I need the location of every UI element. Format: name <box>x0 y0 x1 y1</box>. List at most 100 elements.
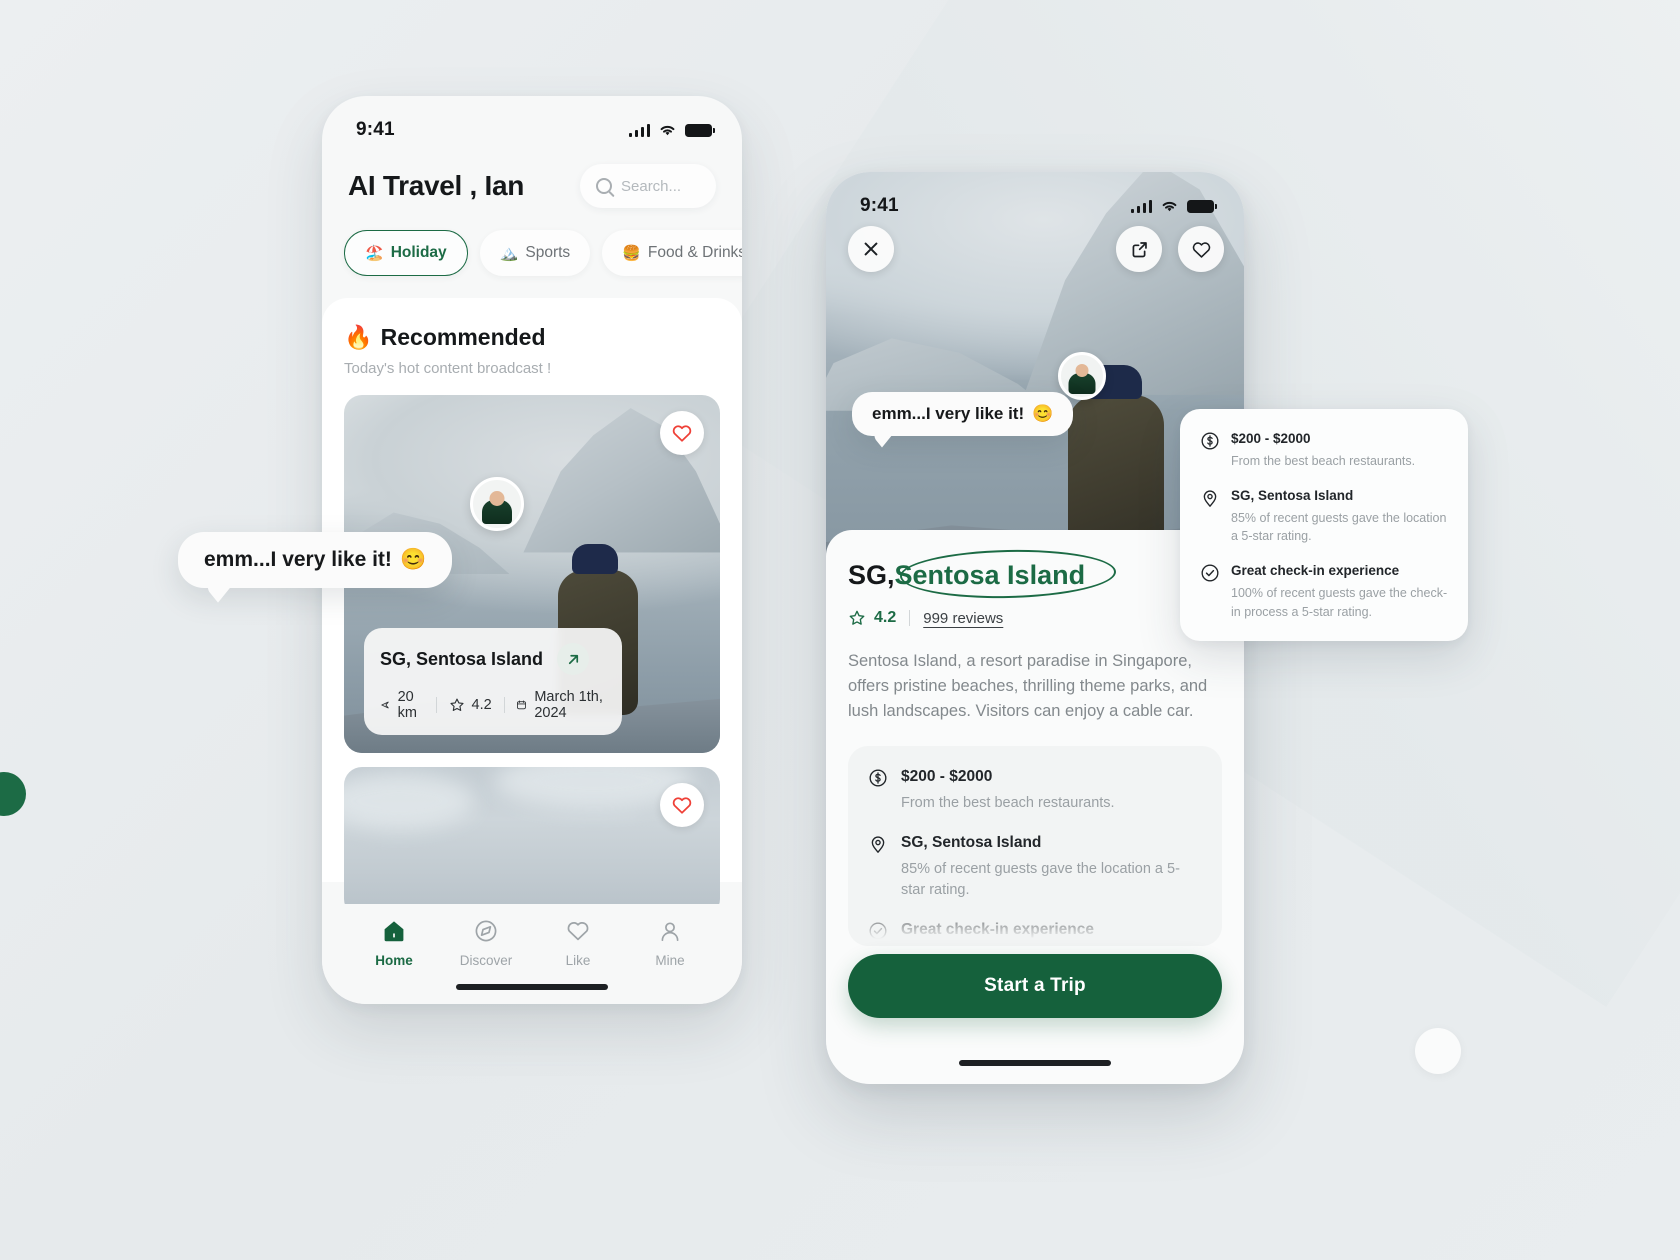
meta-divider <box>503 697 505 713</box>
search-input[interactable]: Search... <box>580 164 716 208</box>
favorite-button[interactable] <box>1178 226 1224 272</box>
tab-label: Like <box>565 953 591 968</box>
chip-holiday[interactable]: 🏖️ Holiday <box>344 230 468 276</box>
info-body: Great check-in experience 100% of recent… <box>1231 563 1448 620</box>
chip-food-drinks[interactable]: 🍔 Food & Drinks <box>602 230 742 276</box>
rating-row: 4.2 999 reviews <box>848 609 1222 627</box>
section-subtitle: Today's hot content broadcast ! <box>344 360 552 377</box>
info-desc: From the best beach restaurants. <box>1231 454 1416 468</box>
info-title: SG, Sentosa Island <box>901 834 1042 852</box>
share-icon <box>1132 241 1147 257</box>
like-button[interactable] <box>660 411 704 455</box>
avatar <box>1058 352 1106 400</box>
status-icons <box>628 123 715 137</box>
compass-icon <box>475 920 497 942</box>
info-title: Great check-in experience <box>901 921 1094 939</box>
search-icon <box>596 178 612 194</box>
home-indicator <box>456 984 608 990</box>
home-indicator <box>959 1060 1111 1066</box>
chip-sports[interactable]: 🏔️ Sports <box>479 230 591 276</box>
date-value: March 1th, 2024 <box>534 689 603 721</box>
tab-home[interactable]: Home <box>351 918 437 968</box>
meta-divider <box>435 697 437 713</box>
avatar-head <box>1075 364 1089 377</box>
heart-icon <box>672 797 692 814</box>
comment-text: emm...I very like it! <box>872 404 1025 423</box>
location-meta-row: 20 km 4.2 March 1th, 2024 <box>380 689 606 721</box>
info-item-location: SG, Sentosa Island 85% of recent guests … <box>1200 488 1448 545</box>
info-desc: 85% of recent guests gave the location a… <box>901 861 1180 899</box>
share-button[interactable] <box>1116 226 1162 272</box>
palm-tree-icon: 🏖️ <box>365 245 384 262</box>
battery-icon <box>1187 199 1217 213</box>
title-highlight: Sentosa Island <box>894 560 1086 590</box>
description-text: Sentosa Island, a resort paradise in Sin… <box>848 652 1208 721</box>
avatar <box>470 477 524 531</box>
fire-icon: 🔥 <box>344 324 373 350</box>
open-location-button[interactable] <box>557 643 590 675</box>
rating-meta: 4.2 <box>449 697 492 713</box>
start-trip-button[interactable]: Start a Trip <box>848 954 1222 1018</box>
map-pin-icon <box>871 836 885 854</box>
rating-value: 4.2 <box>471 697 492 713</box>
status-bar: 9:41 <box>322 96 742 150</box>
section-title-text: Recommended <box>380 324 546 350</box>
rating-value: 4.2 <box>874 609 897 626</box>
navigation-icon <box>381 701 389 709</box>
chip-label: Sports <box>525 244 571 261</box>
info-title: $200 - $2000 <box>901 768 993 786</box>
location-info-card[interactable]: SG, Sentosa Island 20 km 4.2 March 1th, … <box>364 628 622 735</box>
info-body: SG, Sentosa Island 85% of recent guests … <box>901 834 1200 901</box>
rating-meta: 4.2 <box>848 609 896 627</box>
dollar-circle-icon <box>1201 432 1219 450</box>
smiley-icon: 😊 <box>399 548 427 571</box>
home-icon <box>384 921 404 942</box>
location-header-row: SG, Sentosa Island <box>380 643 606 675</box>
info-title: $200 - $2000 <box>1231 431 1311 446</box>
tab-label: Discover <box>459 953 513 968</box>
tab-like[interactable]: Like <box>535 918 621 968</box>
category-chip-list: 🏖️ Holiday 🏔️ Sports 🍔 Food & Drinks <box>322 208 742 276</box>
recommended-card-2[interactable] <box>344 767 720 917</box>
distance-value: 20 km <box>397 689 417 721</box>
star-icon <box>449 698 464 711</box>
date-meta: March 1th, 2024 <box>516 689 606 721</box>
status-time: 9:41 <box>356 119 395 140</box>
heart-icon <box>672 425 692 442</box>
burger-icon: 🍔 <box>622 245 641 262</box>
info-body: SG, Sentosa Island 85% of recent guests … <box>1231 488 1448 545</box>
info-title: Great check-in experience <box>1231 563 1400 579</box>
battery-icon <box>685 123 715 137</box>
calendar-icon <box>517 700 527 710</box>
tab-mine[interactable]: Mine <box>627 918 713 968</box>
page-title: SG,Sentosa Island <box>848 547 1117 601</box>
info-title: SG, Sentosa Island <box>1231 488 1354 504</box>
info-item-location: SG, Sentosa Island 85% of recent guests … <box>868 834 1200 901</box>
heart-icon <box>567 922 589 941</box>
info-body: $200 - $2000 From the best beach restaur… <box>901 768 1115 814</box>
arrow-up-right-icon <box>568 654 578 664</box>
status-bar: 9:41 <box>826 172 1244 226</box>
reviews-link[interactable]: 999 reviews <box>923 610 1003 627</box>
meta-divider <box>909 610 911 626</box>
info-body: Great check-in experience 100% of recent… <box>901 921 1163 946</box>
home-header: AI Travel , Ian Search... <box>322 150 742 208</box>
comment-text: emm...I very like it! <box>204 548 392 571</box>
info-desc: From the best beach restaurants. <box>901 795 1115 812</box>
check-circle-icon <box>1201 564 1219 582</box>
map-pin-icon <box>1203 490 1217 507</box>
heart-icon <box>1192 241 1210 258</box>
wifi-icon <box>1162 201 1177 212</box>
star-icon <box>849 610 865 625</box>
title-prefix: SG, <box>848 560 895 590</box>
close-button[interactable] <box>848 226 894 272</box>
avatar-head <box>489 491 505 506</box>
wifi-icon <box>660 125 675 136</box>
status-time: 9:41 <box>860 195 899 216</box>
floating-info-card: $200 - $2000 From the best beach restaur… <box>1180 409 1468 641</box>
close-icon <box>864 242 878 256</box>
search-placeholder: Search... <box>621 177 682 195</box>
tab-discover[interactable]: Discover <box>443 918 529 968</box>
info-desc: 100% of recent guests gave the check-in … <box>1231 586 1448 619</box>
like-button[interactable] <box>660 783 704 827</box>
